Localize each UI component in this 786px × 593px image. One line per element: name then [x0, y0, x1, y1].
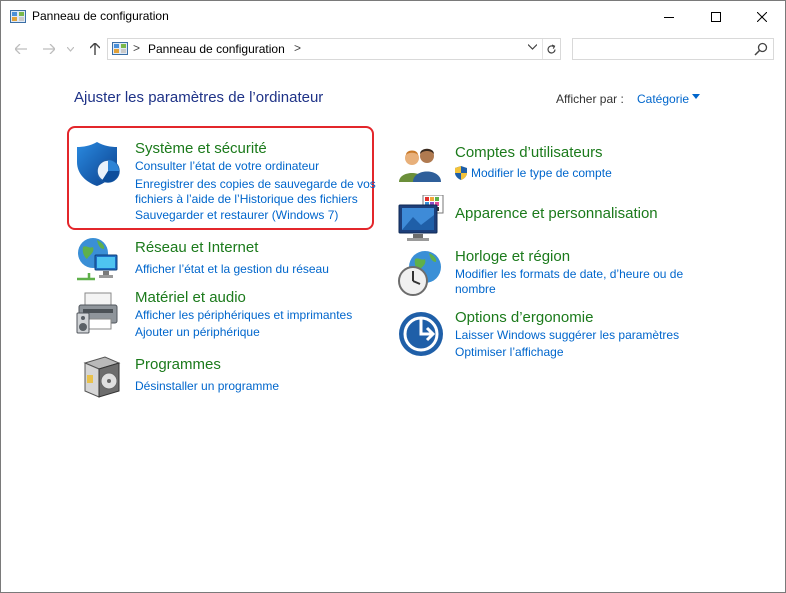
user-accounts-icon[interactable] [397, 140, 445, 188]
category-title-clock-region[interactable]: Horloge et région [455, 248, 570, 265]
link-date-time-formats[interactable]: Modifier les formats de date, d’heure ou… [455, 267, 683, 282]
link-optimize-display[interactable]: Optimiser l’affichage [455, 345, 564, 360]
navigation-bar: > Panneau de configuration > [1, 32, 785, 66]
chevron-down-icon [66, 46, 74, 52]
link-network-status[interactable]: Afficher l’état et la gestion du réseau [135, 262, 329, 277]
breadcrumb-item[interactable]: Panneau de configuration [148, 42, 285, 56]
back-button[interactable] [13, 41, 29, 57]
refresh-icon [547, 43, 556, 53]
link-backup-restore[interactable]: Sauvegarder et restaurer (Windows 7) [135, 208, 338, 223]
forward-button[interactable] [41, 41, 57, 57]
up-button[interactable] [87, 41, 103, 57]
category-title-programs[interactable]: Programmes [135, 356, 221, 373]
clock-globe-icon[interactable] [397, 249, 445, 297]
control-panel-window: Panneau de configuration > Panneau de co… [0, 0, 786, 593]
close-icon [757, 11, 767, 22]
link-uninstall-program[interactable]: Désinstaller un programme [135, 379, 279, 394]
control-panel-icon [112, 42, 128, 55]
search-icon [754, 42, 768, 56]
address-bar[interactable]: > Panneau de configuration > [107, 38, 561, 60]
security-shield-icon[interactable] [75, 140, 123, 188]
link-change-account-type[interactable]: Modifier le type de compte [471, 166, 612, 181]
refresh-button[interactable] [542, 39, 560, 59]
chevron-down-icon [527, 44, 538, 50]
maximize-icon [711, 11, 721, 22]
maximize-button[interactable] [693, 1, 739, 32]
breadcrumb-separator[interactable]: > [133, 41, 140, 55]
link-check-computer-status[interactable]: Consulter l’état de votre ordinateur [135, 159, 319, 174]
breadcrumb-separator[interactable]: > [294, 41, 301, 55]
window-title: Panneau de configuration [32, 9, 169, 23]
arrow-right-icon [43, 44, 55, 54]
printer-speaker-icon[interactable] [75, 289, 123, 337]
programs-box-icon[interactable] [79, 353, 127, 401]
view-by-dropdown[interactable]: Catégorie [637, 92, 689, 106]
recent-locations-button[interactable] [65, 41, 75, 57]
ease-of-access-icon[interactable] [397, 310, 445, 358]
category-title-system-security[interactable]: Système et sécurité [135, 140, 267, 157]
link-windows-suggest-settings[interactable]: Laisser Windows suggérer les paramètres [455, 328, 679, 343]
uac-shield-icon [455, 166, 467, 180]
minimize-icon [664, 16, 674, 18]
page-title: Ajuster les paramètres de l’ordinateur [74, 89, 324, 106]
category-title-appearance[interactable]: Apparence et personnalisation [455, 205, 658, 222]
category-title-hardware-sound[interactable]: Matériel et audio [135, 289, 246, 306]
link-add-device[interactable]: Ajouter un périphérique [135, 325, 260, 340]
link-devices-printers[interactable]: Afficher les périphériques et imprimante… [135, 308, 352, 323]
caret-down-icon[interactable] [692, 94, 700, 99]
title-bar: Panneau de configuration [1, 1, 785, 32]
link-file-history-cont[interactable]: fichiers à l’aide de l’Historique des fi… [135, 192, 358, 207]
category-title-ease-of-access[interactable]: Options d’ergonomie [455, 309, 593, 326]
link-file-history[interactable]: Enregistrer des copies de sauvegarde de … [135, 177, 376, 192]
appearance-monitor-icon[interactable] [397, 195, 445, 243]
address-dropdown[interactable] [527, 42, 538, 53]
link-date-time-formats-cont[interactable]: nombre [455, 282, 496, 297]
minimize-button[interactable] [646, 1, 692, 32]
category-title-network[interactable]: Réseau et Internet [135, 239, 258, 256]
arrow-up-icon [90, 43, 100, 55]
arrow-left-icon [15, 44, 27, 54]
category-title-user-accounts[interactable]: Comptes d’utilisateurs [455, 144, 603, 161]
network-globe-icon[interactable] [75, 235, 123, 283]
control-panel-icon [10, 10, 26, 23]
search-input[interactable] [572, 38, 774, 60]
close-button[interactable] [739, 1, 785, 32]
view-by-label: Afficher par : [556, 92, 624, 106]
